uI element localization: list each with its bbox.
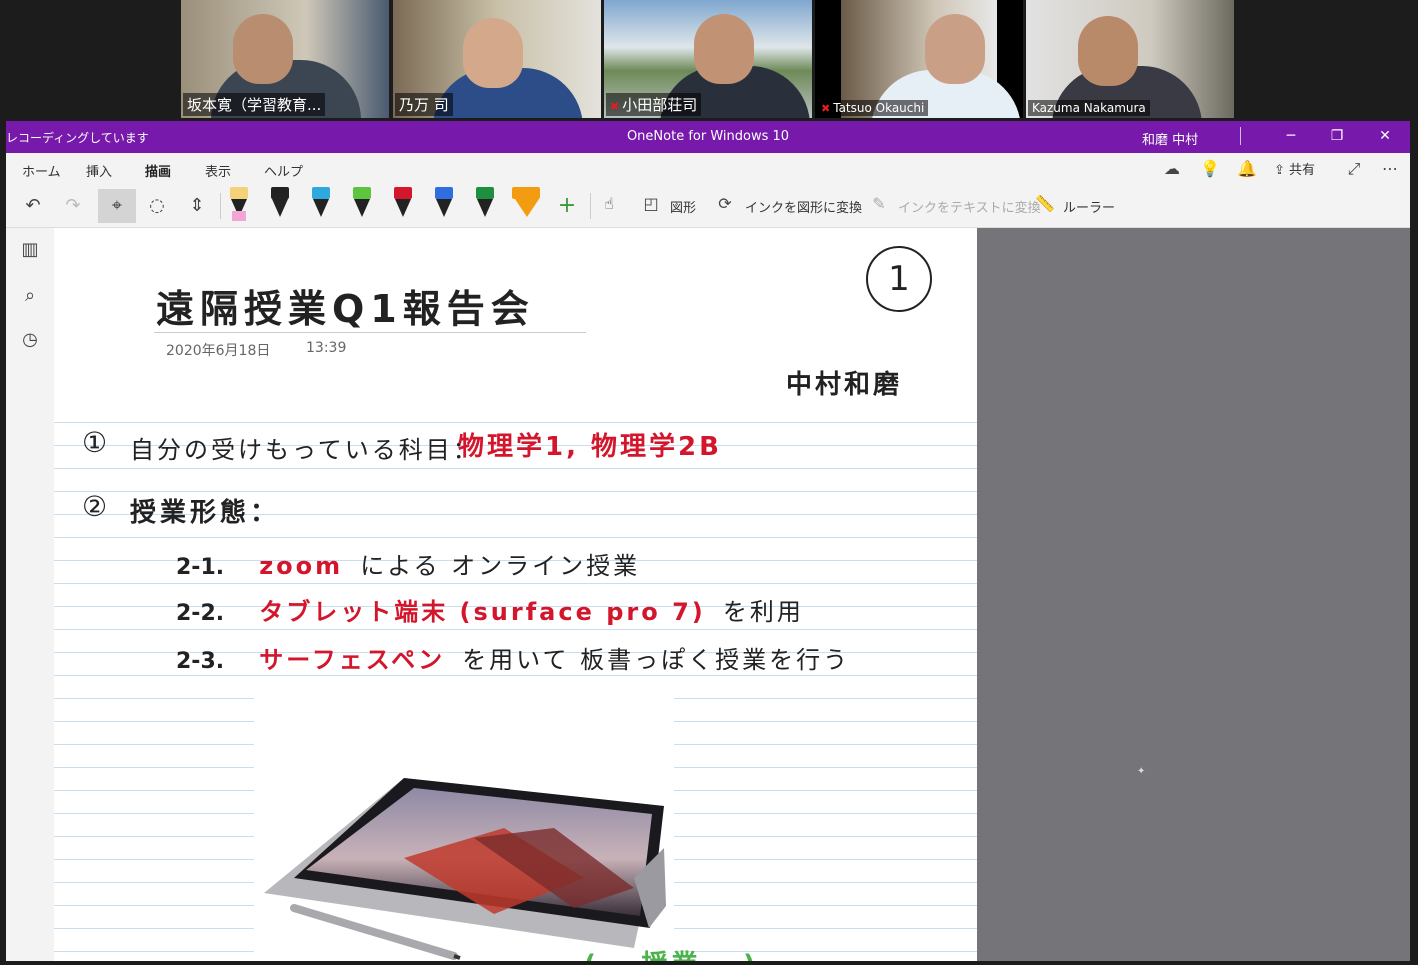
lasso-text-select-icon[interactable]: ⌖	[98, 189, 136, 223]
ruler-button[interactable]: ルーラー	[1063, 197, 1115, 216]
menu-bar: ホーム 挿入 描画 表示 ヘルプ ☁ 💡 🔔 ⇪ 共有 ⤢ ⋯	[6, 153, 1410, 186]
subitem-2-3: 2-3. サーフェスペン を用いて 板書っぽく授業を行う	[176, 646, 851, 674]
ink-to-shape-button[interactable]: インクを図形に変換	[745, 197, 862, 216]
more-icon[interactable]: ⋯	[1380, 159, 1400, 179]
participant-tile-5[interactable]: Kazuma Nakamura	[1026, 0, 1234, 118]
add-pen-icon[interactable]: +	[550, 189, 584, 223]
muted-mic-icon: ✖	[821, 102, 831, 115]
recent-clock-icon[interactable]: ◷	[18, 328, 42, 352]
tab-draw[interactable]: 描画	[145, 161, 172, 186]
lasso-select-icon[interactable]: ◌	[140, 189, 174, 223]
touch-draw-icon[interactable]: ☝	[598, 193, 620, 215]
muted-mic-icon: ✖	[610, 100, 620, 113]
lightbulb-icon[interactable]: 💡	[1200, 159, 1220, 179]
surface-pro-image[interactable]	[254, 678, 674, 961]
tab-help[interactable]: ヘルプ	[264, 161, 303, 180]
draw-toolbar: ↶ ↷ ⌖ ◌ ⇕ + ☝ ◰ 図形 ⟳ インクを図形に変換 ✎ インクをテキス…	[6, 183, 1410, 228]
participant-name: Kazuma Nakamura	[1028, 100, 1150, 116]
pen-black[interactable]	[269, 187, 291, 223]
participant-name: ✖ 小田部荘司	[606, 93, 702, 116]
cursor-marker-icon: ✦	[1137, 766, 1146, 777]
participant-tile-4[interactable]: ✖ Tatsuo Okauchi	[815, 0, 1023, 118]
participant-strip: 坂本寛（学習教育... 乃万 司 ✖ 小田部荘司 ✖ Tatsuo Okauchi …	[0, 0, 1418, 120]
ink-to-text-button[interactable]: インクをテキストに変換	[898, 197, 1041, 216]
page-date: 2020年6月18日	[166, 343, 271, 359]
bell-icon[interactable]: 🔔	[1237, 159, 1257, 179]
item-2-label: 授業形態：	[130, 498, 281, 528]
shapes-icon[interactable]: ◰	[640, 193, 662, 215]
share-icon: ⇪	[1274, 163, 1290, 178]
undo-icon[interactable]: ↶	[16, 189, 50, 223]
sync-icon[interactable]: ☁	[1162, 159, 1182, 179]
add-space-icon[interactable]: ⇕	[180, 189, 214, 223]
participant-name: 坂本寛（学習教育...	[183, 93, 326, 116]
ink-to-text-icon[interactable]: ✎	[868, 193, 890, 215]
minimize-button[interactable]: ─	[1276, 125, 1306, 147]
redo-icon[interactable]: ↷	[56, 189, 90, 223]
search-icon[interactable]: ⌕	[18, 284, 42, 308]
participant-name: 乃万 司	[395, 93, 453, 116]
pen-pink[interactable]	[228, 187, 250, 223]
pen-light-blue[interactable]	[310, 187, 332, 223]
left-nav: ▥ ⌕ ◷	[6, 228, 54, 961]
item-1-number: ①	[82, 426, 108, 459]
title-bar: レコーディングしています OneNote for Windows 10 和磨 中…	[6, 121, 1410, 153]
item-1-value: 物理学1, 物理学2B	[458, 432, 722, 462]
pen-blue[interactable]	[433, 187, 455, 223]
author-name: 中村和磨	[786, 370, 903, 400]
share-button[interactable]: ⇪ 共有	[1274, 159, 1315, 178]
title-separator	[1240, 127, 1241, 145]
toolbar-separator	[220, 193, 221, 219]
tablet-illustration	[264, 778, 666, 960]
canvas-gray-area: ✦	[977, 228, 1410, 961]
ink-to-shape-icon[interactable]: ⟳	[714, 193, 736, 215]
participant-tile-1[interactable]: 坂本寛（学習教育...	[181, 0, 389, 118]
item-1-label: 自分の受けもっている科目：	[130, 436, 480, 464]
tab-insert[interactable]: 挿入	[86, 161, 112, 180]
highlighter-orange[interactable]	[512, 187, 542, 223]
note-page[interactable]: 遠隔授業Q1報告会 2020年6月18日 13:39 1 中村和磨 ① 自分の受…	[54, 228, 977, 961]
notebooks-icon[interactable]: ▥	[18, 238, 42, 262]
participant-tile-3[interactable]: ✖ 小田部荘司	[604, 0, 812, 118]
pen-dark-green[interactable]	[474, 187, 496, 223]
pen-green[interactable]	[351, 187, 373, 223]
circled-number-mark: 1	[866, 246, 932, 312]
page-time: 13:39	[306, 340, 347, 356]
tab-home[interactable]: ホーム	[22, 161, 61, 180]
page-title[interactable]: 遠隔授業Q1報告会	[156, 278, 535, 333]
subitem-2-2: 2-2. タブレット端末 (surface pro 7) を利用	[176, 598, 804, 626]
user-name[interactable]: 和磨 中村	[1142, 129, 1198, 148]
fullscreen-icon[interactable]: ⤢	[1344, 159, 1364, 179]
participant-name: ✖ Tatsuo Okauchi	[817, 100, 929, 116]
ruler-icon[interactable]: 📏	[1034, 193, 1056, 215]
title-underline	[154, 332, 586, 333]
tab-view[interactable]: 表示	[205, 161, 231, 180]
onenote-window: レコーディングしています OneNote for Windows 10 和磨 中…	[6, 121, 1410, 961]
pen-red[interactable]	[392, 187, 414, 223]
participant-tile-2[interactable]: 乃万 司	[393, 0, 601, 118]
shapes-button[interactable]: 図形	[670, 197, 696, 216]
restore-button[interactable]: ❐	[1322, 125, 1352, 147]
window-title: OneNote for Windows 10	[626, 129, 790, 144]
bottom-partial-text: (...授業...)	[584, 944, 759, 961]
item-2-number: ②	[82, 490, 108, 523]
subitem-2-1: 2-1. zoom による オンライン授業	[176, 552, 641, 580]
close-button[interactable]: ✕	[1370, 125, 1400, 147]
toolbar-separator	[590, 193, 591, 219]
